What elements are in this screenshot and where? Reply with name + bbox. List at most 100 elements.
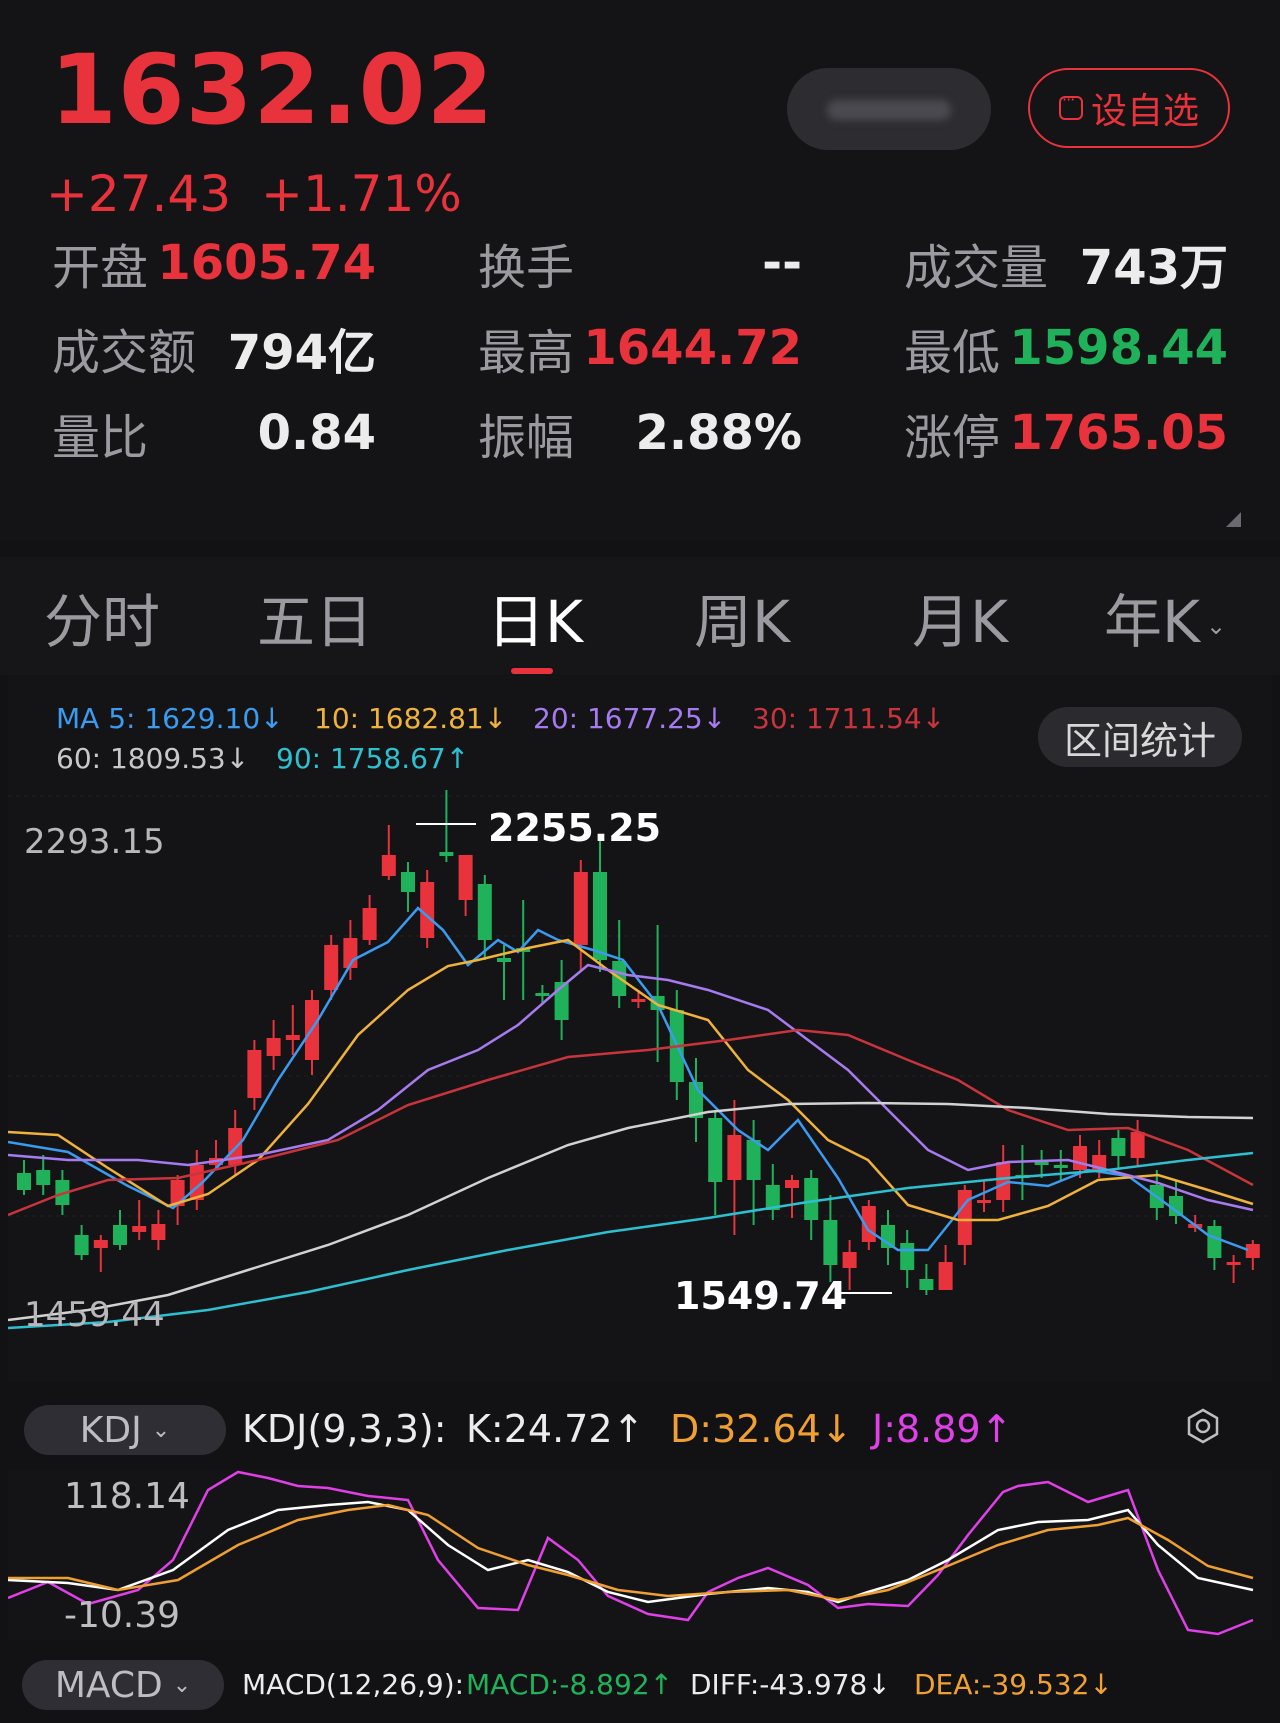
candlestick — [1053, 1165, 1068, 1168]
stat-item: 最高 1644.72 — [478, 313, 802, 383]
kdj-k-value: K:24.72↑ — [466, 1407, 645, 1451]
candlestick — [535, 993, 550, 996]
macd-dea: DEA:-39.532↓ — [914, 1668, 1113, 1701]
stat-label: 涨停 — [904, 410, 1001, 466]
tab-weekly-k[interactable]: 周K — [694, 575, 790, 659]
candlestick — [708, 1118, 723, 1182]
candlestick — [1226, 1262, 1241, 1265]
candlestick — [593, 872, 607, 960]
candlestick — [151, 1224, 166, 1240]
chevron-down-icon: ⌄ — [1206, 611, 1227, 640]
candlestick — [93, 1240, 108, 1248]
candlestick — [919, 1279, 934, 1290]
stat-item: 量比 0.84 — [52, 398, 376, 468]
macd-value: MACD:-8.892↑ — [466, 1668, 674, 1701]
macd-params: MACD(12,26,9): — [242, 1668, 465, 1701]
candlestick — [823, 1220, 838, 1265]
candlestick-chart — [8, 790, 1272, 1330]
candlestick — [458, 855, 473, 900]
candlestick — [977, 1200, 991, 1203]
chevron-down-icon: ⌄ — [172, 1672, 192, 1698]
stat-value: 1605.74 — [157, 235, 376, 291]
candlestick — [1073, 1146, 1087, 1170]
macd-selector-label: MACD — [54, 1664, 163, 1706]
macd-selector[interactable]: MACD ⌄ — [22, 1660, 224, 1710]
kdj-selector[interactable]: KDJ ⌄ — [24, 1405, 226, 1455]
candlestick — [132, 1226, 147, 1232]
kdj-axis-bottom: -10.39 — [64, 1595, 181, 1636]
stat-value: 743万 — [1079, 240, 1228, 296]
kdj-chart — [8, 1470, 1254, 1636]
candlestick — [420, 882, 435, 938]
stat-value: 1644.72 — [583, 320, 802, 376]
tab-yearly-k[interactable]: 年K ⌄ — [1104, 575, 1226, 659]
candlestick — [74, 1235, 89, 1255]
tab-label: 五日 — [257, 588, 374, 656]
gear-icon[interactable] — [1185, 1408, 1221, 1444]
candlestick — [785, 1180, 799, 1188]
stat-label: 最高 — [478, 325, 575, 381]
stat-item: 振幅 2.88% — [478, 398, 802, 468]
stat-label: 振幅 — [478, 410, 575, 466]
stat-item: 最低 1598.44 — [904, 313, 1228, 383]
active-tab-indicator — [511, 668, 553, 674]
candlestick — [842, 1252, 857, 1268]
kdj-d-value: D:32.64↓ — [670, 1407, 853, 1451]
candlestick — [266, 1038, 281, 1056]
last-price: 1632.02 — [50, 34, 495, 146]
stat-item: 开盘 1605.74 — [52, 228, 376, 298]
price-axis-top: 2293.15 — [24, 822, 165, 862]
add-favorite-button[interactable]: 设自选 — [1028, 68, 1230, 148]
candlestick — [113, 1225, 127, 1245]
tab-five-day[interactable]: 五日 — [257, 575, 373, 659]
low-price-marker: 1549.74 — [674, 1274, 848, 1318]
candlestick — [900, 1243, 915, 1270]
candlestick — [1245, 1244, 1260, 1258]
price-axis-bottom: 1459.44 — [24, 1295, 165, 1335]
tab-monthly-k[interactable]: 月K — [912, 575, 1008, 659]
tab-label: 日K — [487, 588, 584, 656]
expand-corner-icon[interactable] — [1226, 512, 1241, 527]
change-percent: +1.71% — [261, 165, 462, 223]
stat-item: 换手 -- — [478, 228, 802, 298]
stat-value: 1765.05 — [1009, 405, 1228, 461]
candlestick — [1207, 1226, 1222, 1258]
blurred-button[interactable] — [787, 68, 991, 150]
price-change: +27.43 +1.71% — [46, 165, 492, 223]
ma60-line — [8, 1101, 1254, 1322]
kdj-params: KDJ(9,3,3): — [242, 1407, 447, 1451]
stat-value: 794亿 — [227, 325, 376, 381]
list-icon — [1058, 90, 1083, 120]
add-favorite-label: 设自选 — [1090, 91, 1199, 132]
kdj-j-value: J:8.89↑ — [872, 1407, 1013, 1451]
tab-label: 月K — [912, 588, 1009, 656]
candlestick — [362, 908, 377, 940]
stat-value: -- — [762, 235, 802, 291]
stat-item: 成交额 794亿 — [52, 313, 376, 383]
candlestick — [746, 1140, 761, 1180]
stat-label: 换手 — [478, 240, 575, 296]
candlestick — [324, 945, 339, 990]
stat-value: 2.88% — [635, 405, 802, 461]
candlestick — [401, 872, 415, 892]
quote-header: 1632.02 +27.43 +1.71% 设自选 开盘1605.74 换手 -- 成交… — [0, 0, 1280, 540]
candlestick — [1111, 1138, 1126, 1156]
period-tabs: 分时 五日 日K 周K 月K 年K ⌄ — [0, 557, 1280, 675]
high-price-marker: 2255.25 — [488, 806, 662, 850]
macd-diff: DIFF:-43.978↓ — [690, 1668, 891, 1701]
tab-daily-k[interactable]: 日K — [487, 575, 583, 659]
candlestick — [727, 1135, 742, 1180]
stat-item: 成交量 743万 — [904, 228, 1228, 298]
candlestick — [285, 1035, 300, 1040]
candlestick — [381, 855, 396, 876]
tab-label: 分时 — [44, 588, 161, 656]
stat-label: 开盘 — [52, 240, 149, 296]
candlestick — [804, 1178, 819, 1220]
candlestick — [573, 872, 588, 945]
tab-intraday[interactable]: 分时 — [44, 575, 160, 659]
candlestick — [439, 852, 454, 856]
candlestick — [631, 999, 646, 1002]
stat-label: 量比 — [52, 410, 149, 466]
stat-label: 成交额 — [52, 325, 197, 381]
kdj-selector-label: KDJ — [79, 1409, 142, 1451]
